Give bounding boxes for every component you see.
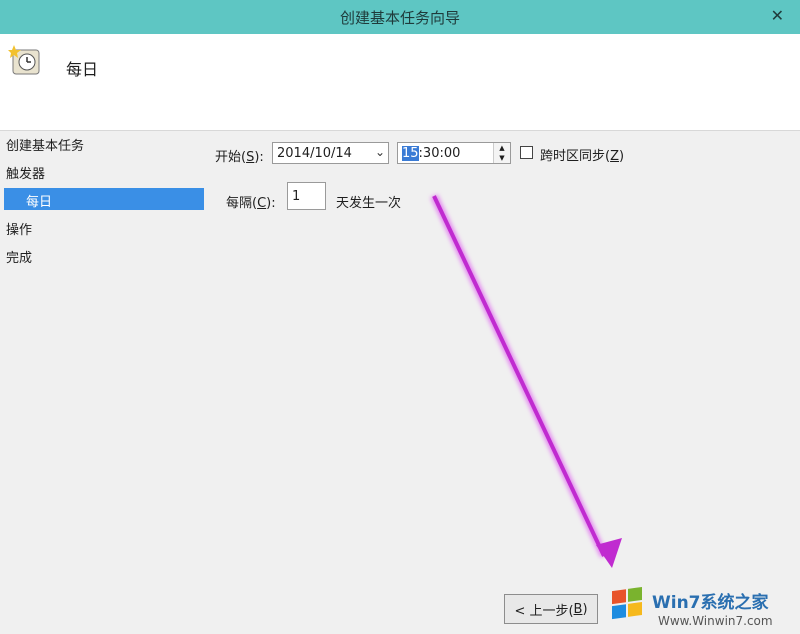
watermark-url: Www.Winwin7.com [658, 614, 773, 628]
back-button[interactable]: < 上一步(B) [504, 594, 598, 624]
annotation-arrow [430, 194, 622, 568]
watermark: Win7系统之家 Www.Winwin7.com [606, 574, 800, 634]
watermark-brand: Win7系统之家 [652, 593, 769, 613]
